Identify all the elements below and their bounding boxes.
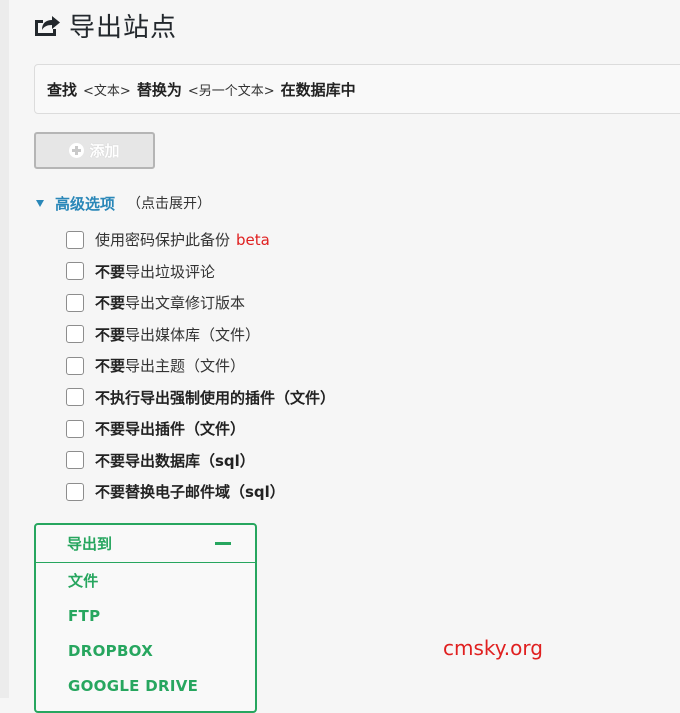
page-title: 导出站点 [69, 12, 178, 43]
option-no-must-use-plugins[interactable]: 不执行导出强制使用的插件（文件） [66, 382, 335, 414]
option-password-protect[interactable]: 使用密码保护此备份 beta [66, 224, 335, 256]
option-no-media-library[interactable]: 不要导出媒体库（文件） [66, 319, 335, 351]
left-sidebar-strip [0, 0, 9, 698]
export-to-ftp[interactable]: FTP [36, 598, 255, 633]
option-no-database[interactable]: 不要导出数据库（sql） [66, 445, 335, 477]
add-button[interactable]: 添加 [34, 132, 155, 169]
option-prefix: 不要 [95, 294, 126, 313]
option-checkbox[interactable] [66, 230, 84, 249]
plus-circle-icon [69, 143, 85, 158]
add-button-label: 添加 [89, 142, 120, 160]
option-label: 导出媒体库（文件） [125, 325, 261, 344]
option-checkbox[interactable] [66, 482, 84, 501]
option-label: 导出文章修订版本 [125, 294, 246, 313]
option-prefix: 不要 [95, 357, 126, 376]
export-to-label: 导出到 [67, 535, 113, 553]
export-to-panel: 导出到 文件 FTP DROPBOX GOOGLE DRIVE [34, 523, 257, 713]
option-no-themes[interactable]: 不要导出主题（文件） [66, 350, 335, 382]
export-share-icon [35, 16, 60, 36]
export-to-file[interactable]: 文件 [36, 563, 255, 598]
option-checkbox[interactable] [66, 388, 84, 407]
option-label: 不要替换电子邮件域（sql） [95, 483, 285, 502]
option-checkbox[interactable] [66, 262, 84, 281]
caret-down-icon [36, 199, 44, 207]
option-checkbox[interactable] [66, 451, 84, 470]
export-to-header[interactable]: 导出到 [36, 525, 255, 563]
option-checkbox[interactable] [66, 325, 84, 344]
find-text-placeholder[interactable]: <文本> [83, 80, 131, 99]
option-checkbox[interactable] [66, 293, 84, 312]
in-database-label: 在数据库中 [280, 80, 356, 99]
option-label: 使用密码保护此备份 [95, 231, 231, 250]
option-no-plugins[interactable]: 不要导出插件（文件） [66, 413, 335, 445]
page-header: 导出站点 [33, 8, 178, 43]
watermark-text: cmsky.org [443, 636, 543, 660]
replace-text-placeholder[interactable]: <另一个文本> [188, 80, 275, 99]
option-no-post-revisions[interactable]: 不要导出文章修订版本 [66, 287, 335, 319]
advanced-options-toggle[interactable]: 高级选项 （点击展开） [36, 192, 211, 214]
advanced-options-label[interactable]: 高级选项 [55, 193, 115, 214]
option-no-replace-email-domain[interactable]: 不要替换电子邮件域（sql） [66, 476, 335, 508]
beta-badge: beta [236, 231, 270, 250]
option-label: 导出垃圾评论 [125, 262, 216, 281]
option-label: 不执行导出强制使用的插件（文件） [95, 388, 336, 407]
option-checkbox[interactable] [66, 419, 84, 438]
export-to-dropbox[interactable]: DROPBOX [36, 633, 255, 668]
option-prefix: 不要 [95, 262, 126, 281]
option-prefix: 不要 [95, 325, 126, 344]
option-label: 导出主题（文件） [125, 357, 246, 376]
option-no-spam-comments[interactable]: 不要导出垃圾评论 [66, 256, 335, 288]
search-replace-row[interactable]: 查找 <文本> 替换为 <另一个文本> 在数据库中 [34, 64, 680, 114]
option-label: 不要导出数据库（sql） [95, 451, 255, 470]
find-label: 查找 [47, 80, 78, 99]
replace-with-label: 替换为 [136, 80, 182, 99]
advanced-options-hint: （点击展开） [127, 196, 212, 212]
option-checkbox[interactable] [66, 356, 84, 375]
option-label: 不要导出插件（文件） [95, 420, 246, 439]
collapse-minus-icon[interactable] [215, 542, 231, 545]
advanced-options-list: 使用密码保护此备份 beta 不要导出垃圾评论 不要导出文章修订版本 不要导出媒体… [66, 224, 335, 508]
